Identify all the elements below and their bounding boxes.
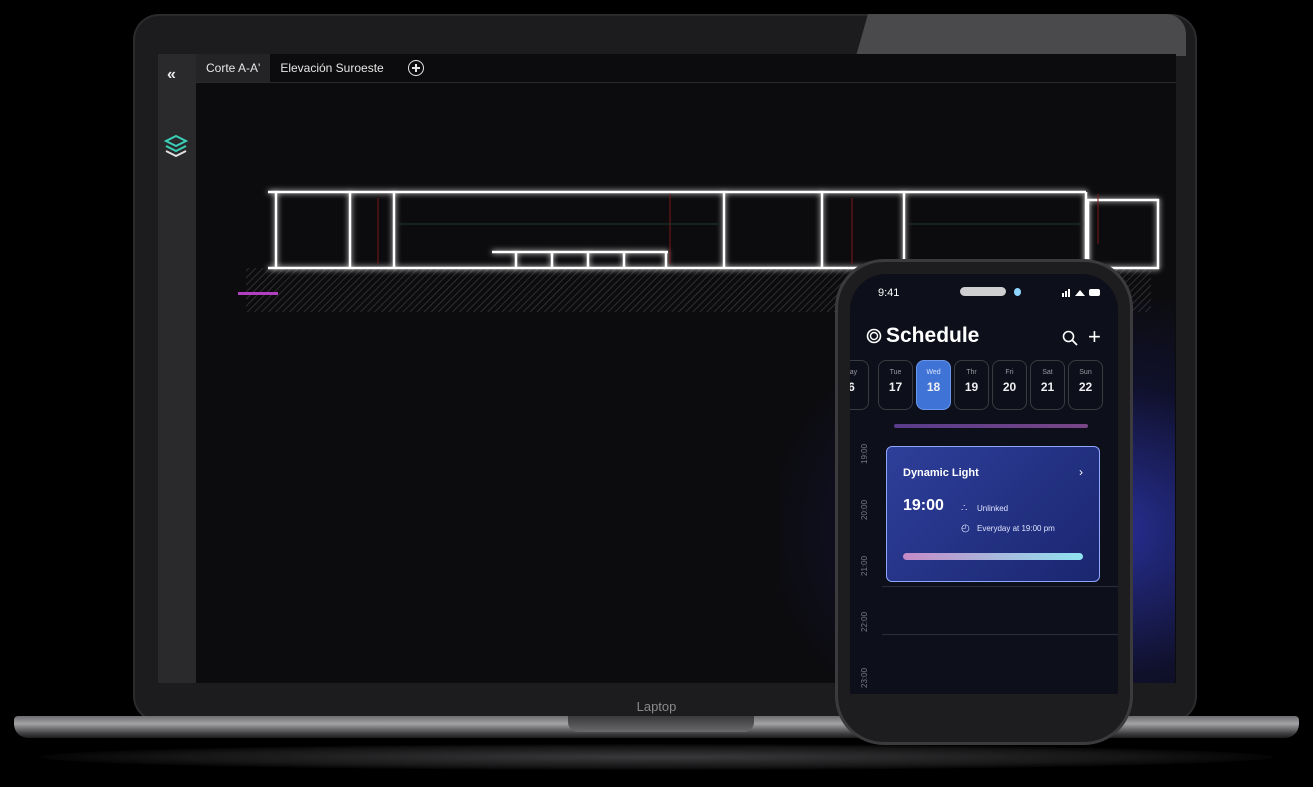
chevron-right-icon[interactable]: › — [1079, 465, 1083, 479]
day-item[interactable]: Sun 22 — [1068, 360, 1103, 410]
clock-icon: ◴ — [961, 523, 970, 534]
day-item[interactable]: Fri 20 — [992, 360, 1027, 410]
tab-elevacion[interactable]: Elevación Suroeste — [270, 54, 393, 82]
sidebar: « — [158, 54, 196, 683]
hour-divider — [882, 586, 1118, 587]
progress-bar — [903, 553, 1083, 560]
hour-label: 23:00 — [860, 667, 869, 688]
page-title: Schedule — [886, 324, 980, 347]
schedule-card[interactable]: Dynamic Light › 19:00 ∴ Unlinked ◴ Everyda… — [886, 446, 1100, 582]
laptop-base-shadow — [40, 744, 1273, 770]
lid-glare — [856, 14, 1186, 56]
phone-screen: 9:41 Schedule + day6 Tue17 Wed18 Thr19 F… — [850, 274, 1118, 694]
app-logo-icon — [866, 328, 882, 344]
day-selector: day6 Tue17 Wed18 Thr19 Fri20 Sat21 Sun22 — [850, 360, 1118, 412]
dynamic-island — [960, 287, 1006, 296]
add-button[interactable]: + — [1088, 326, 1101, 348]
day-item[interactable]: day6 — [850, 360, 869, 410]
hour-label: 20:00 — [860, 499, 869, 520]
day-selector-indicator — [894, 424, 1088, 428]
layers-icon[interactable] — [164, 134, 188, 160]
camera-dot — [1014, 288, 1021, 296]
day-item[interactable]: Thr 19 — [954, 360, 989, 410]
link-status-row: ∴ Unlinked — [961, 503, 1009, 514]
collapse-sidebar-button[interactable]: « — [167, 66, 176, 84]
tab-bar: Corte A-A' Elevación Suroeste — [196, 54, 1176, 83]
day-item[interactable]: Sat 21 — [1030, 360, 1065, 410]
signal-wifi-battery-icon — [1062, 289, 1100, 297]
add-tab-icon[interactable] — [407, 60, 424, 76]
card-title: Dynamic Light — [903, 467, 979, 479]
hour-label: 21:00 — [860, 555, 869, 576]
hour-label: 19:00 — [860, 443, 869, 464]
day-item-selected[interactable]: Wed 18 — [916, 360, 951, 410]
search-icon[interactable] — [1062, 330, 1078, 346]
status-bar: 9:41 — [850, 274, 1118, 310]
card-time: 19:00 — [903, 497, 944, 514]
tab-corte[interactable]: Corte A-A' — [196, 54, 271, 82]
status-time: 9:41 — [878, 287, 900, 299]
hour-label: 22:00 — [860, 611, 869, 632]
nodes-icon: ∴ — [961, 503, 968, 514]
day-item[interactable]: Tue 17 — [878, 360, 913, 410]
laptop-notch — [568, 716, 754, 732]
repeat-row: ◴ Everyday at 19:00 pm — [961, 523, 1055, 534]
hour-divider — [882, 634, 1118, 635]
